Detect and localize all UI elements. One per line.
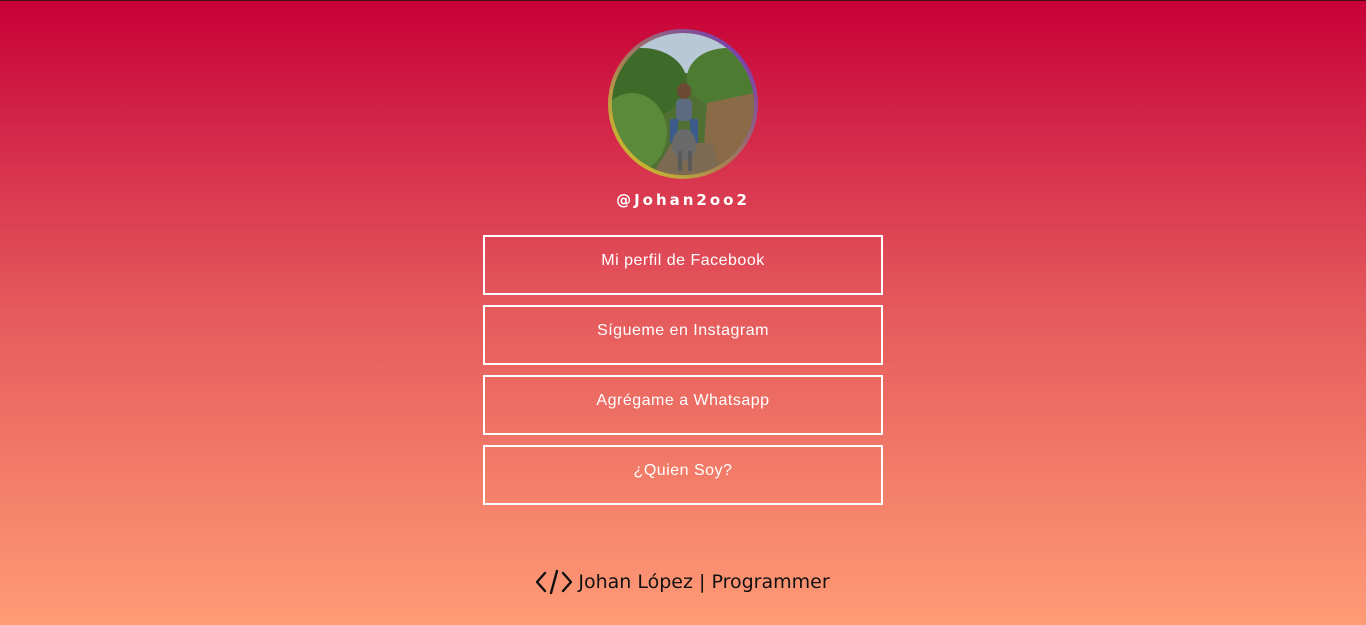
- facebook-link-button[interactable]: Mi perfil de Facebook: [483, 235, 883, 295]
- profile-photo: [612, 33, 754, 175]
- profile-handle: @Johan2oo2: [616, 191, 750, 209]
- about-me-link-button[interactable]: ¿Quien Soy?: [483, 445, 883, 505]
- avatar: [612, 33, 754, 175]
- whatsapp-link-button[interactable]: Agrégame a Whatsapp: [483, 375, 883, 435]
- avatar-ring: [608, 29, 758, 179]
- footer-text: Johan López | Programmer: [578, 571, 830, 593]
- code-icon: [536, 569, 573, 595]
- links-list: Mi perfil de Facebook Sígueme en Instagr…: [483, 235, 883, 515]
- instagram-link-button[interactable]: Sígueme en Instagram: [483, 305, 883, 365]
- footer: Johan López | Programmer: [0, 569, 1366, 595]
